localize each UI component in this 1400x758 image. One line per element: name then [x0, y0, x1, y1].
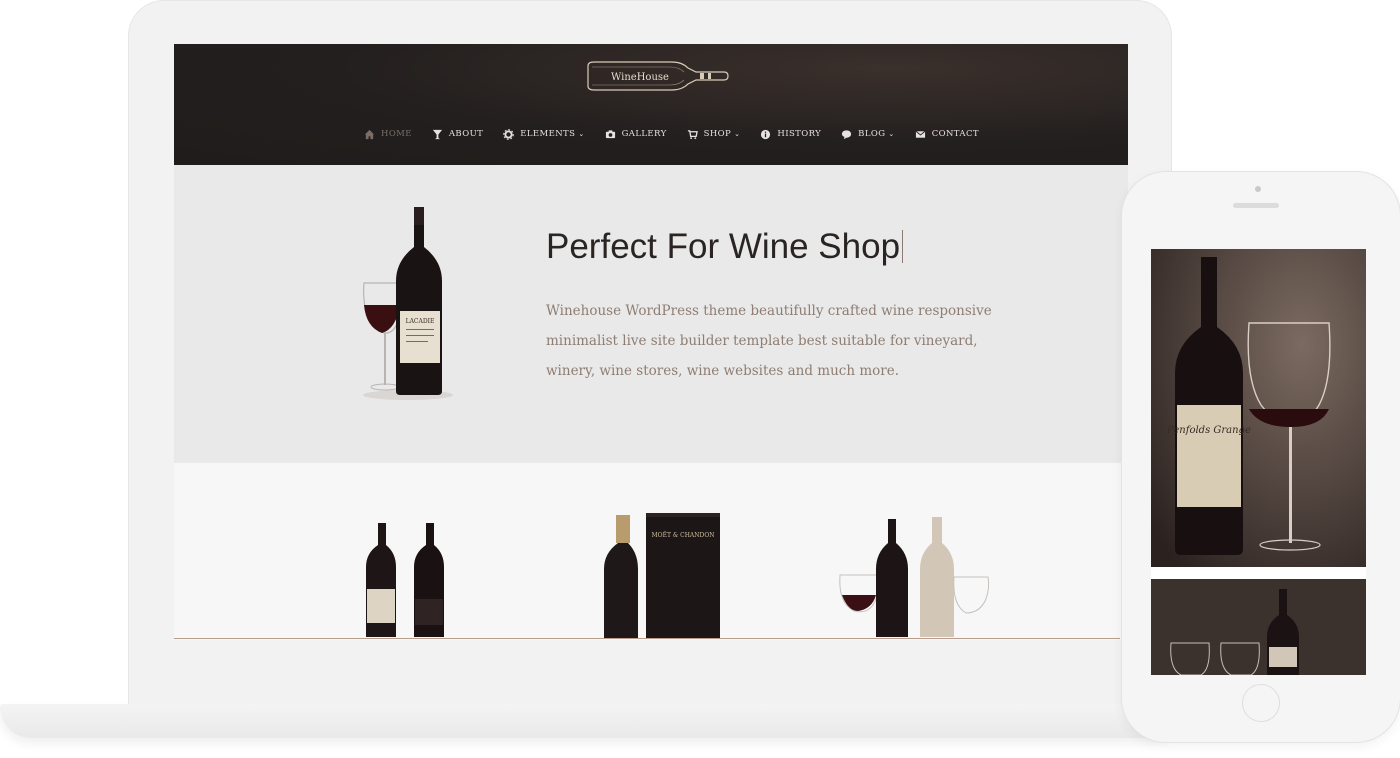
winehouse-logo[interactable]: WineHouse — [584, 58, 730, 94]
nav-item-home[interactable]: HOME — [364, 126, 412, 142]
product-champagne-box[interactable]: MOËT & CHANDON — [600, 509, 722, 639]
phone-speaker — [1233, 203, 1279, 208]
phone-wine-photo-secondary — [1151, 579, 1366, 675]
products-section: MOËT & CHANDON — [174, 463, 1128, 640]
hero-description: Winehouse WordPress theme beautifully cr… — [546, 303, 992, 379]
nav-item-label: ABOUT — [448, 129, 484, 139]
nav-item-label: BLOG — [858, 129, 886, 139]
products-baseline-divider — [174, 638, 1120, 639]
nav-item-label: SHOP — [703, 129, 732, 139]
hero-section: LACADIE Perfect For Wine Shop Winehouse … — [174, 165, 1128, 463]
nav-item-history[interactable]: HISTORY — [760, 126, 821, 142]
laptop-base — [0, 704, 1180, 738]
nav-item-label: HOME — [381, 129, 412, 139]
phone-bottle-label: Penfolds Grange — [1166, 425, 1251, 436]
nav-item-elements[interactable]: ELEMENTS ⌄ — [503, 126, 584, 142]
nav-item-about[interactable]: ABOUT — [432, 126, 483, 142]
nav-item-contact[interactable]: CONTACT — [915, 126, 979, 142]
glass-icon — [432, 129, 442, 139]
main-navigation: HOME ABOUT ELEMENTS ⌄ GALLERY SHOP ⌄ HISTORY BLO… — [364, 126, 999, 142]
cart-icon — [687, 129, 698, 139]
box-label-text: MOËT & CHANDON — [652, 532, 715, 539]
nav-item-label: CONTACT — [931, 129, 979, 139]
hero-title: Perfect For Wine Shop — [546, 227, 904, 267]
phone-frame: Penfolds Grange — [1122, 172, 1400, 742]
nav-item-shop[interactable]: SHOP ⌄ — [687, 126, 741, 142]
nav-item-gallery[interactable]: GALLERY — [605, 126, 667, 142]
nav-item-label: ELEMENTS — [520, 129, 576, 139]
phone-wine-photo: Penfolds Grange — [1151, 249, 1366, 567]
bottle-label-text: LACADIE — [406, 318, 435, 325]
nav-item-blog[interactable]: BLOG ⌄ — [841, 126, 895, 142]
chevron-down-icon: ⌄ — [734, 130, 741, 138]
chevron-down-icon: ⌄ — [578, 130, 585, 138]
camera-icon — [605, 129, 615, 138]
typing-cursor — [902, 230, 904, 263]
phone-screen: Penfolds Grange — [1151, 249, 1366, 675]
comment-icon — [842, 129, 852, 139]
chevron-down-icon: ⌄ — [888, 130, 895, 138]
product-red-white-wine[interactable] — [834, 515, 994, 639]
info-icon — [761, 129, 771, 139]
phone-home-button[interactable] — [1242, 684, 1280, 722]
envelope-icon — [915, 130, 926, 138]
site-header: WineHouse HOME ABOUT ELEMENTS ⌄ GALLERY SHOP ⌄… — [174, 44, 1128, 165]
nav-item-label: GALLERY — [621, 129, 667, 139]
nav-item-label: HISTORY — [777, 129, 822, 139]
product-red-wine-pair[interactable] — [362, 519, 458, 639]
phone-camera — [1255, 186, 1261, 192]
home-icon — [364, 129, 375, 139]
logo-text: WineHouse — [611, 72, 669, 83]
wine-bottle-glass-image: LACADIE — [363, 207, 453, 400]
gear-icon — [503, 128, 515, 140]
laptop-screen: WineHouse HOME ABOUT ELEMENTS ⌄ GALLERY SHOP ⌄… — [174, 44, 1128, 640]
